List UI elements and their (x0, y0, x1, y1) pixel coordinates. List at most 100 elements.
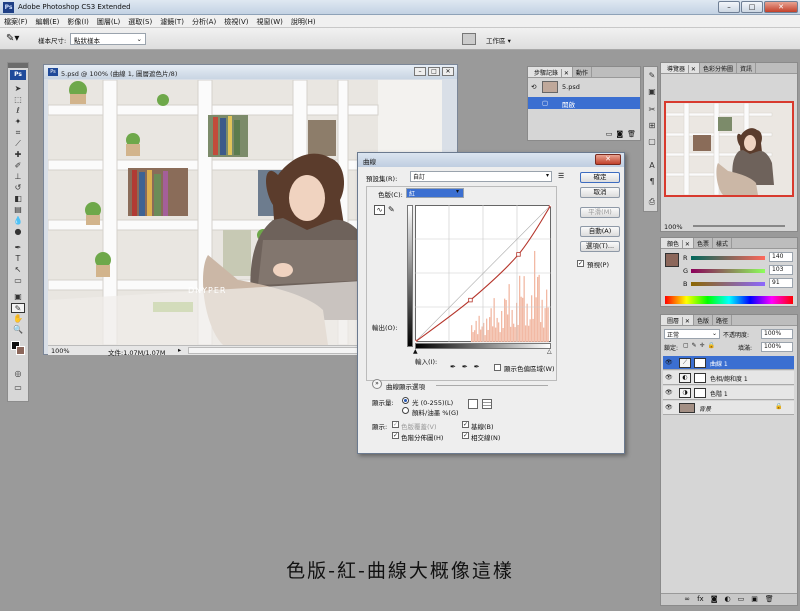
tab-layers[interactable]: 圖層 ✕ (661, 315, 694, 326)
ok-button[interactable]: 確定 (580, 172, 620, 183)
simple-grid-icon[interactable] (468, 399, 478, 409)
channel-dropdown-icon[interactable]: ▾ (456, 188, 459, 195)
layer-style-icon[interactable]: fx (697, 594, 704, 605)
layer-mask-thumbnail[interactable] (694, 373, 706, 383)
visibility-eye-icon[interactable]: 👁 (665, 359, 673, 366)
gray-eyedropper-icon[interactable]: ✒ (462, 363, 468, 371)
link-layers-icon[interactable]: ∞ (684, 594, 690, 605)
new-layer-icon[interactable]: ▣ (751, 594, 758, 605)
white-point-slider-icon[interactable]: △ (547, 348, 552, 355)
camera-icon[interactable]: ◙ (616, 130, 623, 138)
menu-analysis[interactable]: 分析(A) (188, 15, 220, 27)
menu-layer[interactable]: 圖層(L) (93, 15, 124, 27)
zoom-tool-icon[interactable]: 🔍 (11, 325, 25, 335)
menu-file[interactable]: 檔案(F) (0, 15, 32, 27)
tab-swatches[interactable]: 色票 (694, 238, 713, 248)
doc-minimize-icon[interactable]: – (414, 67, 426, 76)
pigment-radio[interactable] (402, 407, 409, 414)
options-button[interactable]: 選項(T)... (580, 241, 620, 252)
light-radio[interactable] (402, 397, 409, 404)
lasso-tool-icon[interactable]: ℓ (11, 106, 25, 116)
lock-all-icon[interactable]: 🔒 (708, 342, 715, 349)
pen-tool-icon[interactable]: ✒ (11, 243, 25, 253)
auto-button[interactable]: 自動(A) (580, 226, 620, 237)
eyedropper-icon[interactable]: ✎▾ (6, 33, 19, 44)
show-clipping-checkbox[interactable] (494, 364, 501, 371)
channel-overlays-checkbox[interactable]: ✓ (392, 421, 399, 428)
smooth-button[interactable]: 平滑(M) (580, 207, 620, 218)
visibility-eye-icon[interactable]: 👁 (665, 374, 673, 381)
curve-point[interactable] (415, 339, 418, 342)
green-slider[interactable] (691, 269, 765, 273)
stamp-tool-icon[interactable]: ⊥ (11, 172, 25, 182)
tab-histogram[interactable]: 色彩分佈圖 (700, 63, 737, 73)
cancel-button[interactable]: 取消 (580, 187, 620, 198)
history-brush-icon[interactable]: ↺ (11, 183, 25, 193)
gradient-tool-icon[interactable]: ▤ (11, 205, 25, 215)
collapse-options-icon[interactable]: » (372, 379, 382, 389)
menu-window[interactable]: 視窗(W) (252, 15, 286, 27)
preset-select[interactable]: 自訂 ▾ (410, 171, 552, 182)
menu-view[interactable]: 檢視(V) (220, 15, 252, 27)
tab-channels[interactable]: 色版 (694, 315, 713, 325)
eraser-tool-icon[interactable]: ◧ (11, 194, 25, 204)
type-tool-icon[interactable]: T (11, 254, 25, 264)
color-foreground-swatch[interactable] (665, 253, 679, 267)
white-eyedropper-icon[interactable]: ✒ (474, 363, 480, 371)
slice-tool-icon[interactable]: ⟋ (11, 139, 25, 149)
pencil-tool-icon[interactable]: ✎ (388, 205, 395, 214)
navigator-zoom[interactable]: 100% (664, 223, 683, 231)
layer-row-levels[interactable]: 👁 ◑ 色階 1 (663, 386, 794, 400)
minimize-icon[interactable]: – (718, 1, 740, 13)
zoom-level[interactable]: 100% (51, 347, 70, 355)
brush-tool-icon[interactable]: ✐ (11, 161, 25, 171)
file-browser-icon[interactable] (462, 33, 476, 45)
tools-dock-icon[interactable]: ✂ (645, 105, 659, 115)
lock-move-icon[interactable]: ✛ (700, 342, 705, 349)
red-value[interactable]: 140 (769, 252, 793, 262)
lock-transparent-icon[interactable]: ▢ (683, 342, 689, 349)
navigator-dock-icon[interactable]: ✎ (645, 71, 659, 81)
file-info[interactable]: 文件:1.07M/1.07M (108, 347, 166, 357)
hand-tool-icon[interactable]: ✋ (11, 314, 25, 324)
new-group-icon[interactable]: ▭ (738, 594, 745, 605)
add-mask-icon[interactable]: ◙ (711, 594, 718, 605)
visibility-eye-icon[interactable]: 👁 (665, 404, 673, 411)
shape-tool-icon[interactable]: ▭ (11, 276, 25, 286)
menu-select[interactable]: 選取(S) (124, 15, 156, 27)
layer-row-curves[interactable]: 👁 ⟋ 曲線 1 (663, 356, 794, 370)
tab-history[interactable]: 步驟記錄 ✕ (528, 67, 573, 78)
layer-comps-dock-icon[interactable]: ⊞ (645, 121, 659, 131)
lock-paint-icon[interactable]: ✎ (692, 342, 697, 349)
tab-styles[interactable]: 樣式 (713, 238, 732, 248)
intersection-checkbox[interactable]: ✓ (462, 432, 469, 439)
curve-point[interactable] (516, 252, 521, 257)
tab-info[interactable]: 資訊 (737, 63, 756, 73)
black-eyedropper-icon[interactable]: ✒ (450, 363, 456, 371)
doc-maximize-icon[interactable]: □ (428, 67, 440, 76)
visibility-eye-icon[interactable]: 👁 (665, 389, 673, 396)
quick-mask-icon[interactable]: ◎ (11, 369, 25, 379)
marquee-tool-icon[interactable]: ⬚ (11, 95, 25, 105)
background-color-swatch[interactable] (16, 346, 25, 355)
dialog-close-icon[interactable]: ✕ (595, 154, 621, 165)
layer-row-background[interactable]: 👁 背景 🔒 (663, 401, 794, 415)
close-icon[interactable]: ✕ (764, 1, 798, 13)
info-dock-icon[interactable]: ⎙ (645, 197, 659, 207)
curves-graph[interactable] (415, 205, 551, 342)
screen-mode-icon[interactable]: ▭ (11, 383, 25, 393)
tab-paths[interactable]: 路徑 (713, 315, 732, 325)
menu-help[interactable]: 說明(H) (287, 15, 320, 27)
black-point-slider-icon[interactable]: ▲ (413, 348, 418, 355)
path-select-icon[interactable]: ↖ (11, 265, 25, 275)
delete-layer-icon[interactable]: 🗑 (765, 594, 774, 605)
maximize-icon[interactable]: □ (741, 1, 763, 13)
navigator-zoom-slider[interactable] (693, 225, 785, 227)
layer-row-hue-saturation[interactable]: 👁 ◐ 色相/飽和度 1 (663, 371, 794, 385)
curve-point[interactable] (468, 297, 473, 303)
trash-icon[interactable]: 🗑 (627, 130, 636, 138)
color-spectrum-bar[interactable] (665, 296, 793, 304)
curves-title-bar[interactable]: 曲線 ✕ (358, 153, 624, 167)
history-snapshot-row[interactable]: ⟲ 5.psd (528, 81, 640, 93)
layer-mask-thumbnail[interactable] (694, 358, 706, 368)
